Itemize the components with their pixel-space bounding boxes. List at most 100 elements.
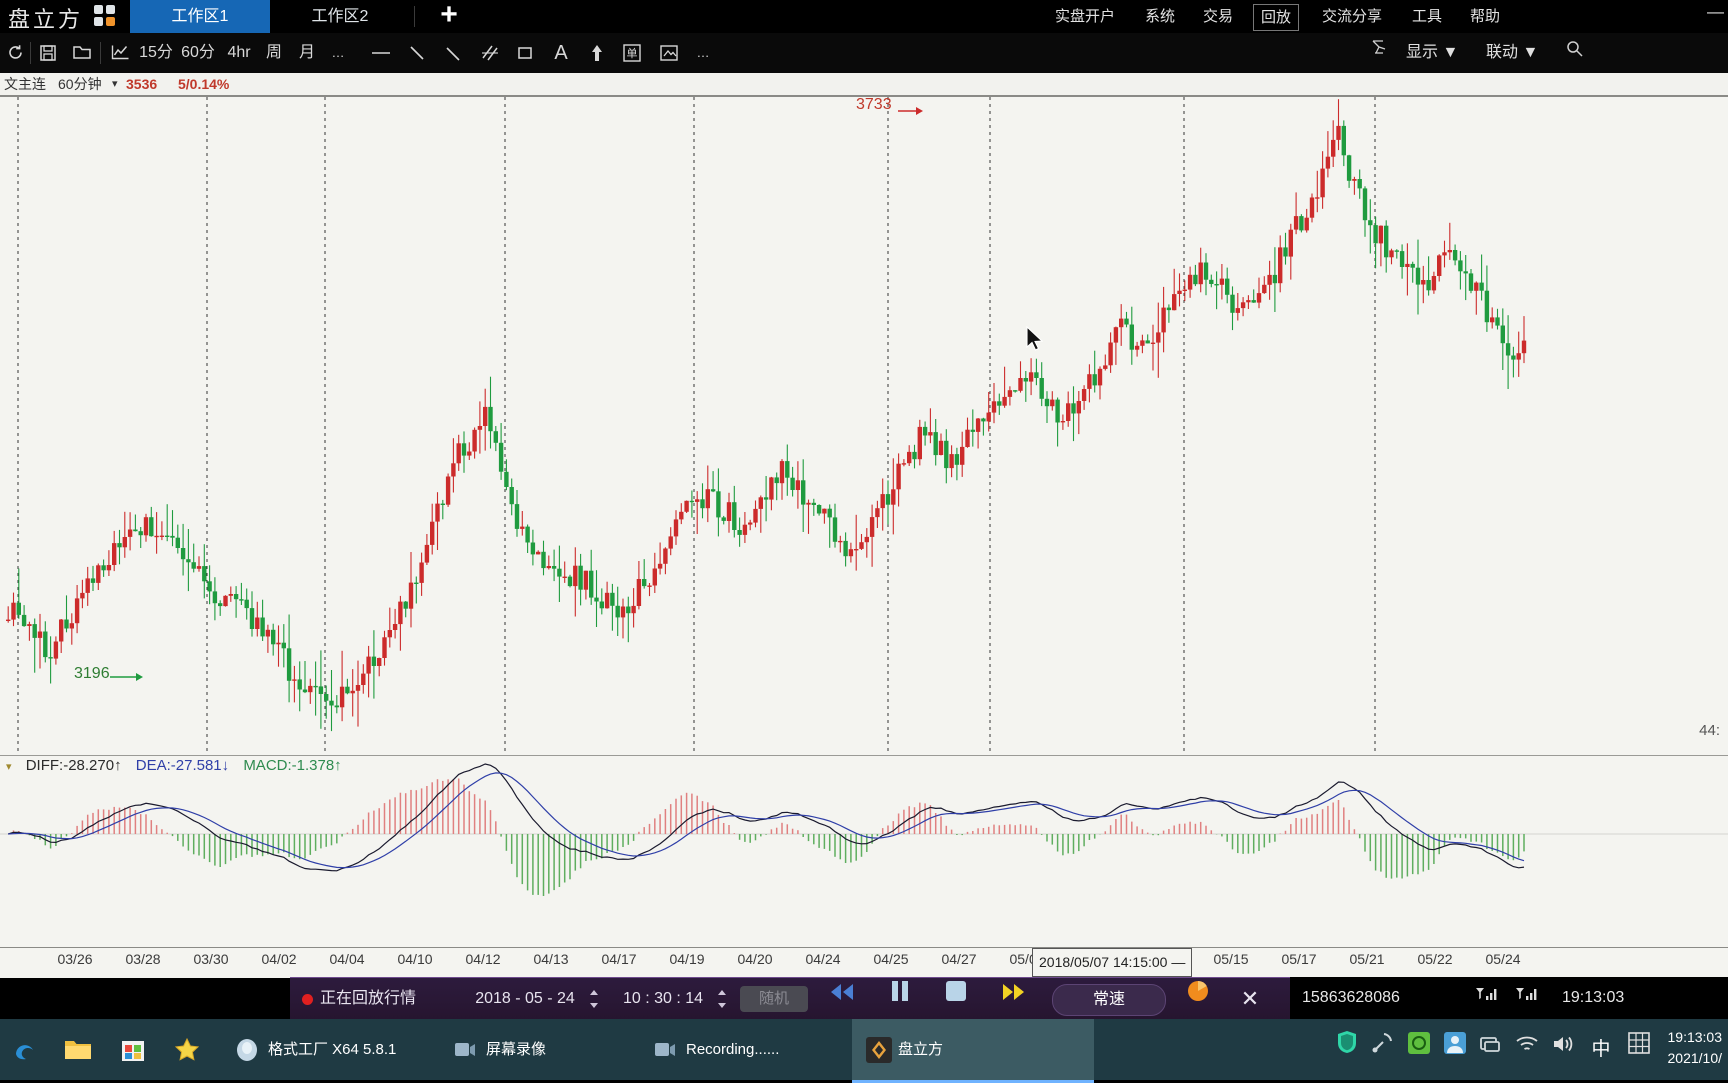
- chart-low-label: 3196: [74, 665, 110, 682]
- macd-indicator-pane[interactable]: [0, 755, 1728, 948]
- taskbar-file-explorer[interactable]: [50, 1019, 106, 1080]
- period-more-button[interactable]: …: [325, 33, 351, 73]
- draw-arrow-up-icon[interactable]: [582, 33, 612, 73]
- rewind-icon[interactable]: [818, 978, 866, 1020]
- tray-ime-keyboard-icon[interactable]: [1622, 1019, 1656, 1080]
- time-axis-tick: 05/15: [1213, 951, 1249, 967]
- draw-ray-line-icon[interactable]: [438, 33, 468, 73]
- open-folder-icon[interactable]: [66, 33, 98, 73]
- status-account-number: 15863628086: [1302, 989, 1400, 1006]
- time-axis-tick: 03/30: [193, 951, 229, 967]
- time-axis-tick: 05/17: [1281, 951, 1317, 967]
- stop-icon[interactable]: [932, 978, 980, 1020]
- app-grid-icon[interactable]: [94, 5, 116, 27]
- tray-wifi-icon[interactable]: [1510, 1019, 1544, 1080]
- menu-trade[interactable]: 交易: [1196, 0, 1240, 33]
- drawing-mode-icon[interactable]: [1362, 33, 1396, 73]
- period-month-button[interactable]: 月: [292, 33, 322, 73]
- workspace-tab-1[interactable]: 工作区1: [130, 0, 270, 33]
- time-axis-tick: 04/17: [601, 951, 637, 967]
- period-60m-button[interactable]: 60分: [177, 33, 219, 73]
- chevron-down-icon[interactable]: ▾: [112, 73, 118, 95]
- time-axis-tick: 04/19: [669, 951, 705, 967]
- time-axis-tick: 04/13: [533, 951, 569, 967]
- taskbar-panlifang-label: 盘立方: [898, 1041, 944, 1058]
- pause-icon[interactable]: [876, 978, 924, 1020]
- status-clock: 19:13:03: [1562, 989, 1625, 1006]
- chart-type-icon[interactable]: [104, 33, 136, 73]
- draw-rectangle-icon[interactable]: [510, 33, 540, 73]
- menu-tools[interactable]: 工具: [1405, 0, 1449, 33]
- playback-time-stepper[interactable]: [718, 988, 727, 1010]
- playback-date-stepper[interactable]: [590, 988, 599, 1010]
- playback-time-value[interactable]: 10 : 30 : 14: [608, 978, 718, 1020]
- quote-change: 5/0.14%: [178, 76, 230, 92]
- tray-blue-app-icon[interactable]: [1438, 1019, 1472, 1080]
- quote-period[interactable]: 60分钟: [58, 73, 102, 95]
- tray-volume-icon[interactable]: [1546, 1019, 1580, 1080]
- workspace-tab-2[interactable]: 工作区2: [275, 0, 405, 33]
- app-brand: 盘立方: [8, 7, 84, 32]
- period-15m-button[interactable]: 15分: [135, 33, 177, 73]
- macd-diff-value: DIFF:-28.270↑: [25, 757, 122, 774]
- candlestick-chart: [6, 97, 1527, 755]
- fast-forward-icon[interactable]: [990, 978, 1038, 1020]
- taskbar-edge[interactable]: [0, 1019, 50, 1080]
- tray-security-shield-icon[interactable]: [1330, 1019, 1364, 1080]
- time-axis-tick: 03/28: [125, 951, 161, 967]
- draw-text-icon[interactable]: A: [546, 33, 576, 73]
- period-week-button[interactable]: 周: [259, 33, 289, 73]
- quote-strip: 文主连 60分钟 ▾ 3536 5/0.14%: [0, 73, 1728, 96]
- taskbar-recording-label: Recording......: [686, 1041, 780, 1058]
- draw-parallel-channel-icon[interactable]: [474, 33, 506, 73]
- time-axis[interactable]: 03/26 03/28 03/30 04/02 04/04 04/10 04/12 04/13…: [0, 947, 1728, 978]
- record-dot-icon: [302, 994, 313, 1005]
- taskbar-microsoft-store[interactable]: [106, 1019, 160, 1080]
- taskbar-clock-time: 19:13:03: [1667, 1029, 1723, 1045]
- link-menu-button[interactable]: 联动 ▼: [1486, 33, 1538, 73]
- menu-system[interactable]: 系统: [1138, 0, 1182, 33]
- playback-speed-button[interactable]: 常速: [1052, 984, 1166, 1016]
- menu-help[interactable]: 帮助: [1463, 0, 1507, 33]
- menu-playback[interactable]: 回放: [1253, 4, 1300, 31]
- add-workspace-button[interactable]: +: [432, 0, 466, 33]
- menu-open-account[interactable]: 实盘开户: [1045, 0, 1125, 33]
- time-axis-tick: 04/25: [873, 951, 909, 967]
- draw-unit-box-icon[interactable]: 单: [617, 33, 647, 73]
- taskbar-clock-date: 2021/10/: [1667, 1050, 1723, 1066]
- pie-chart-icon[interactable]: [1176, 978, 1220, 1020]
- macd-macd-value: MACD:-1.378↑: [243, 757, 342, 774]
- macd-collapse-caret-icon[interactable]: ▾: [0, 761, 12, 773]
- display-menu-button[interactable]: 显示 ▼: [1406, 33, 1458, 73]
- refresh-icon[interactable]: [0, 33, 30, 73]
- time-axis-tick: 04/24: [805, 951, 841, 967]
- price-chart-pane[interactable]: [0, 95, 1728, 755]
- time-axis-tick: 05/24: [1485, 951, 1521, 967]
- save-icon[interactable]: [32, 33, 64, 73]
- search-icon[interactable]: [1566, 33, 1596, 73]
- window-minimize-button[interactable]: —: [1707, 2, 1724, 22]
- app-window: 盘立方 工作区1 工作区2 + 实盘开户 系统 交易 回放 交流分享 工具 帮助…: [0, 0, 1728, 1083]
- tray-ime-chinese[interactable]: 中: [1584, 1019, 1618, 1080]
- taskbar-screen-recorder-label: 屏幕录像: [486, 1041, 547, 1058]
- period-4hr-button[interactable]: 4hr: [219, 33, 259, 73]
- playback-status-label: 正在回放行情: [320, 990, 417, 1007]
- playback-random-button[interactable]: 随机: [740, 986, 808, 1012]
- more-tools-button[interactable]: …: [690, 33, 716, 73]
- menu-share[interactable]: 交流分享: [1312, 0, 1392, 33]
- tray-green-app-icon[interactable]: [1402, 1019, 1436, 1080]
- taskbar-clock[interactable]: 19:13:03 2021/10/: [1668, 1027, 1723, 1069]
- draw-horizontal-line-icon[interactable]: [366, 33, 396, 73]
- playback-control-bar: 正在回放行情 2018 - 05 - 24 10 : 30 : 14 随机 常速…: [290, 977, 1290, 1020]
- tray-network-icon[interactable]: [1474, 1019, 1508, 1080]
- playback-date-value[interactable]: 2018 - 05 - 24: [460, 978, 590, 1020]
- tray-antenna-icon[interactable]: [1366, 1019, 1400, 1080]
- quote-symbol[interactable]: 文主连: [4, 73, 46, 95]
- time-axis-tick: 05/21: [1349, 951, 1385, 967]
- draw-trend-line-icon[interactable]: [402, 33, 432, 73]
- taskbar-star-app[interactable]: [160, 1019, 214, 1080]
- close-icon[interactable]: ✕: [1228, 978, 1272, 1020]
- taskbar-format-factory[interactable]: 格式工厂 X64 5.8.1: [222, 1019, 468, 1080]
- taskbar-panlifang[interactable]: 盘立方: [852, 1019, 1094, 1083]
- snapshot-icon[interactable]: [653, 33, 685, 73]
